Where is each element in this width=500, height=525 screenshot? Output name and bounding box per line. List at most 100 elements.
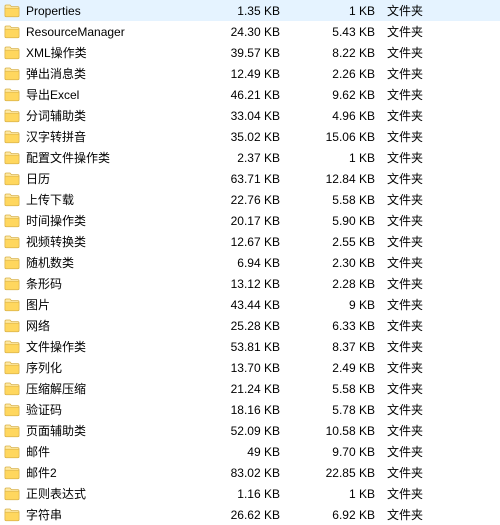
file-row[interactable]: 上传下载22.76 KB5.58 KB文件夹 — [0, 189, 500, 210]
type-cell: 文件夹 — [387, 2, 457, 19]
size-cell-1: 12.67 KB — [192, 235, 292, 249]
file-name: 分词辅助类 — [26, 107, 86, 124]
size-cell-1: 2.37 KB — [192, 151, 292, 165]
name-cell: 配置文件操作类 — [4, 149, 192, 166]
size-cell-1: 18.16 KB — [192, 403, 292, 417]
file-row[interactable]: 正则表达式1.16 KB1 KB文件夹 — [0, 483, 500, 504]
name-cell: 文件操作类 — [4, 338, 192, 355]
folder-icon — [4, 381, 20, 397]
size-cell-1: 43.44 KB — [192, 298, 292, 312]
type-cell: 文件夹 — [387, 275, 457, 292]
type-cell: 文件夹 — [387, 485, 457, 502]
file-row[interactable]: 邮件49 KB9.70 KB文件夹 — [0, 441, 500, 462]
file-row[interactable]: 随机数类6.94 KB2.30 KB文件夹 — [0, 252, 500, 273]
size-cell-2: 2.30 KB — [292, 256, 387, 270]
folder-icon — [4, 192, 20, 208]
file-row[interactable]: 网络25.28 KB6.33 KB文件夹 — [0, 315, 500, 336]
type-cell: 文件夹 — [387, 380, 457, 397]
file-row[interactable]: 序列化13.70 KB2.49 KB文件夹 — [0, 357, 500, 378]
size-cell-2: 22.85 KB — [292, 466, 387, 480]
type-cell: 文件夹 — [387, 149, 457, 166]
file-name: 序列化 — [26, 359, 62, 376]
size-cell-1: 22.76 KB — [192, 193, 292, 207]
file-row[interactable]: Properties1.35 KB1 KB文件夹 — [0, 0, 500, 21]
folder-icon — [4, 402, 20, 418]
file-row[interactable]: 视频转换类12.67 KB2.55 KB文件夹 — [0, 231, 500, 252]
file-name: 汉字转拼音 — [26, 128, 86, 145]
size-cell-2: 12.84 KB — [292, 172, 387, 186]
size-cell-2: 9 KB — [292, 298, 387, 312]
size-cell-2: 6.92 KB — [292, 508, 387, 522]
type-cell: 文件夹 — [387, 422, 457, 439]
type-cell: 文件夹 — [387, 191, 457, 208]
folder-icon — [4, 255, 20, 271]
file-name: 条形码 — [26, 275, 62, 292]
file-row[interactable]: 压缩解压缩21.24 KB5.58 KB文件夹 — [0, 378, 500, 399]
folder-icon — [4, 486, 20, 502]
name-cell: 正则表达式 — [4, 485, 192, 502]
size-cell-2: 5.78 KB — [292, 403, 387, 417]
type-cell: 文件夹 — [387, 254, 457, 271]
size-cell-2: 9.62 KB — [292, 88, 387, 102]
file-name: 字符串 — [26, 506, 62, 523]
size-cell-1: 24.30 KB — [192, 25, 292, 39]
name-cell: 验证码 — [4, 401, 192, 418]
file-name: 邮件2 — [26, 464, 57, 481]
file-row[interactable]: 时间操作类20.17 KB5.90 KB文件夹 — [0, 210, 500, 231]
type-cell: 文件夹 — [387, 170, 457, 187]
file-row[interactable]: 文件操作类53.81 KB8.37 KB文件夹 — [0, 336, 500, 357]
size-cell-2: 1 KB — [292, 151, 387, 165]
file-name: 弹出消息类 — [26, 65, 86, 82]
folder-icon — [4, 108, 20, 124]
type-cell: 文件夹 — [387, 23, 457, 40]
size-cell-1: 52.09 KB — [192, 424, 292, 438]
file-row[interactable]: ResourceManager24.30 KB5.43 KB文件夹 — [0, 21, 500, 42]
file-row[interactable]: 日历63.71 KB12.84 KB文件夹 — [0, 168, 500, 189]
type-cell: 文件夹 — [387, 44, 457, 61]
file-row[interactable]: 条形码 13.12 KB2.28 KB文件夹 — [0, 273, 500, 294]
size-cell-1: 13.70 KB — [192, 361, 292, 375]
file-row[interactable]: 汉字转拼音35.02 KB15.06 KB文件夹 — [0, 126, 500, 147]
folder-icon — [4, 297, 20, 313]
size-cell-2: 5.43 KB — [292, 25, 387, 39]
folder-icon — [4, 276, 20, 292]
size-cell-1: 83.02 KB — [192, 466, 292, 480]
file-name: 正则表达式 — [26, 485, 86, 502]
file-name: 验证码 — [26, 401, 62, 418]
file-name: 时间操作类 — [26, 212, 86, 229]
file-row[interactable]: 配置文件操作类2.37 KB1 KB文件夹 — [0, 147, 500, 168]
folder-icon — [4, 465, 20, 481]
name-cell: 上传下载 — [4, 191, 192, 208]
file-row[interactable]: 弹出消息类12.49 KB2.26 KB文件夹 — [0, 63, 500, 84]
name-cell: 字符串 — [4, 506, 192, 523]
file-row[interactable]: 导出Excel46.21 KB9.62 KB文件夹 — [0, 84, 500, 105]
folder-icon — [4, 339, 20, 355]
size-cell-1: 1.35 KB — [192, 4, 292, 18]
size-cell-2: 2.28 KB — [292, 277, 387, 291]
file-row[interactable]: 邮件2 83.02 KB22.85 KB文件夹 — [0, 462, 500, 483]
file-row[interactable]: 图片43.44 KB9 KB文件夹 — [0, 294, 500, 315]
file-row[interactable]: 字符串26.62 KB6.92 KB文件夹 — [0, 504, 500, 525]
folder-icon — [4, 129, 20, 145]
size-cell-2: 8.22 KB — [292, 46, 387, 60]
type-cell: 文件夹 — [387, 464, 457, 481]
file-row[interactable]: 验证码18.16 KB5.78 KB文件夹 — [0, 399, 500, 420]
file-row[interactable]: XML操作类39.57 KB8.22 KB文件夹 — [0, 42, 500, 63]
name-cell: 条形码 — [4, 275, 192, 292]
folder-icon — [4, 444, 20, 460]
folder-icon — [4, 360, 20, 376]
type-cell: 文件夹 — [387, 506, 457, 523]
file-name: 邮件 — [26, 443, 50, 460]
folder-icon — [4, 150, 20, 166]
name-cell: 汉字转拼音 — [4, 128, 192, 145]
file-row[interactable]: 分词辅助类33.04 KB4.96 KB文件夹 — [0, 105, 500, 126]
size-cell-2: 2.55 KB — [292, 235, 387, 249]
size-cell-1: 13.12 KB — [192, 277, 292, 291]
size-cell-1: 6.94 KB — [192, 256, 292, 270]
size-cell-1: 33.04 KB — [192, 109, 292, 123]
type-cell: 文件夹 — [387, 317, 457, 334]
type-cell: 文件夹 — [387, 296, 457, 313]
type-cell: 文件夹 — [387, 107, 457, 124]
file-row[interactable]: 页面辅助类52.09 KB10.58 KB文件夹 — [0, 420, 500, 441]
file-name: 上传下载 — [26, 191, 74, 208]
